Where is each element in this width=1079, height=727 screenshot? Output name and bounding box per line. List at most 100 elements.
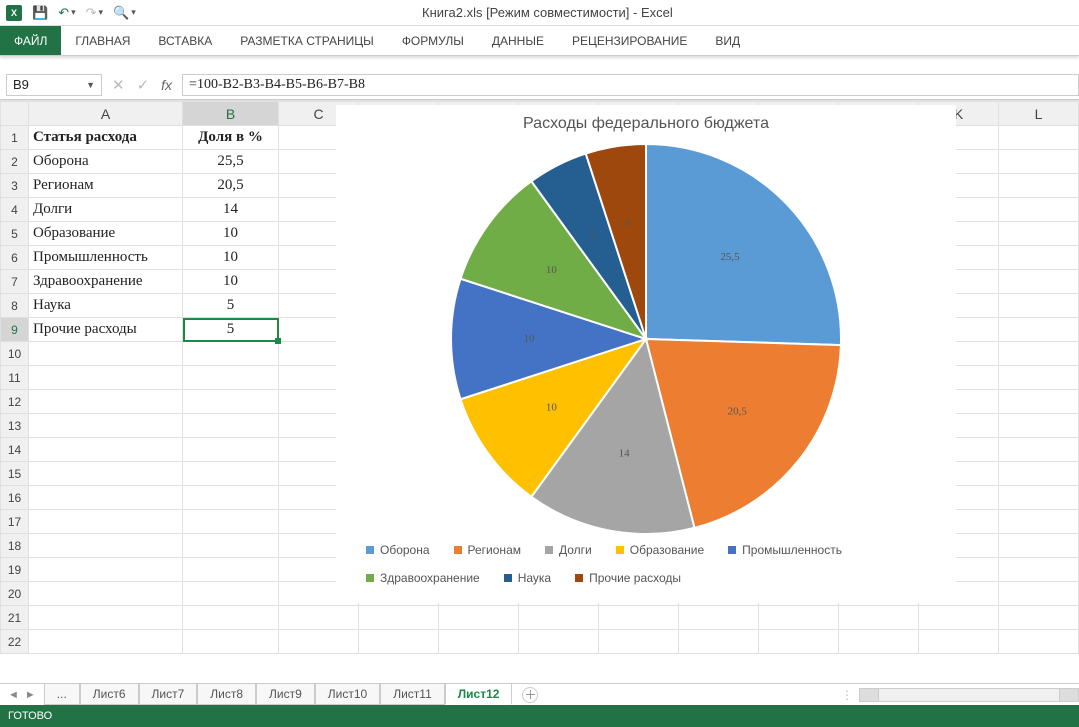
cell[interactable] [999,462,1079,486]
cell[interactable]: 5 [183,294,279,318]
add-sheet-button[interactable]: ＋ [522,687,538,703]
sheet-tab[interactable]: Лист10 [315,684,380,705]
cell[interactable] [999,414,1079,438]
row-header-16[interactable]: 16 [1,486,29,510]
cell[interactable] [999,510,1079,534]
cell[interactable] [999,438,1079,462]
tab-pagelayout[interactable]: РАЗМЕТКА СТРАНИЦЫ [226,26,388,55]
row-header-10[interactable]: 10 [1,342,29,366]
cell[interactable] [359,606,439,630]
redo-icon[interactable]: ↷▾ [86,5,103,21]
row-header-1[interactable]: 1 [1,126,29,150]
save-icon[interactable]: 💾 [32,5,48,21]
sheet-tab[interactable]: Лист7 [139,684,198,705]
sheet-tab[interactable]: Лист9 [256,684,315,705]
cell[interactable] [999,318,1079,342]
cell[interactable]: 14 [183,198,279,222]
sheet-nav-prev-icon[interactable]: ◄ [8,689,19,701]
sheet-nav-next-icon[interactable]: ► [25,689,36,701]
row-header-5[interactable]: 5 [1,222,29,246]
cell[interactable] [29,534,183,558]
cell[interactable] [999,294,1079,318]
tab-data[interactable]: ДАННЫЕ [478,26,558,55]
row-header-19[interactable]: 19 [1,558,29,582]
undo-icon[interactable]: ↶▾ [58,5,75,21]
cell[interactable] [519,630,599,654]
select-all-corner[interactable] [1,102,29,126]
row-header-21[interactable]: 21 [1,606,29,630]
row-header-9[interactable]: 9 [1,318,29,342]
cell[interactable] [183,486,279,510]
cell[interactable] [999,174,1079,198]
cell[interactable] [679,606,759,630]
cell[interactable] [29,438,183,462]
sheet-tab-ellipsis[interactable]: ... [44,684,80,705]
cell[interactable]: Промышленность [29,246,183,270]
tab-insert[interactable]: ВСТАВКА [144,26,226,55]
cell[interactable] [29,582,183,606]
cell[interactable]: 10 [183,222,279,246]
cell[interactable] [999,198,1079,222]
row-header-7[interactable]: 7 [1,270,29,294]
row-header-22[interactable]: 22 [1,630,29,654]
row-header-3[interactable]: 3 [1,174,29,198]
name-box-dropdown-icon[interactable]: ▼ [86,80,95,90]
cell[interactable]: Прочие расходы [29,318,183,342]
row-header-6[interactable]: 6 [1,246,29,270]
cell[interactable] [183,606,279,630]
cell[interactable] [29,390,183,414]
cell[interactable]: Здравоохранение [29,270,183,294]
row-header-12[interactable]: 12 [1,390,29,414]
col-header-A[interactable]: A [29,102,183,126]
horizontal-scrollbar[interactable] [859,688,1079,702]
cell[interactable] [999,486,1079,510]
cell[interactable] [279,606,359,630]
cell[interactable]: Статья расхода [29,126,183,150]
cell[interactable]: 5 [183,318,279,342]
cell[interactable] [919,606,999,630]
cell[interactable] [519,606,599,630]
cell[interactable] [183,390,279,414]
cell[interactable] [999,534,1079,558]
cell[interactable] [679,630,759,654]
formula-input[interactable]: =100-B2-B3-B4-B5-B6-B7-B8 [182,74,1079,96]
row-header-11[interactable]: 11 [1,366,29,390]
sheet-tab[interactable]: Лист11 [380,684,445,705]
cell[interactable] [183,534,279,558]
cell[interactable] [599,606,679,630]
tab-file[interactable]: ФАЙЛ [0,26,61,55]
cell[interactable] [999,582,1079,606]
row-header-17[interactable]: 17 [1,510,29,534]
embedded-chart[interactable]: Расходы федерального бюджета 25,520,5141… [336,105,956,603]
cell[interactable]: 10 [183,270,279,294]
cell[interactable]: Регионам [29,174,183,198]
cell[interactable] [439,606,519,630]
preview-icon[interactable]: 🔍▾ [113,5,136,21]
cell[interactable]: 25,5 [183,150,279,174]
cell[interactable]: Долги [29,198,183,222]
cell[interactable] [183,558,279,582]
row-header-15[interactable]: 15 [1,462,29,486]
fx-icon[interactable]: fx [161,77,172,93]
col-header-L[interactable]: L [999,102,1079,126]
cell[interactable] [999,270,1079,294]
cell[interactable] [279,630,359,654]
cell[interactable] [183,510,279,534]
row-header-14[interactable]: 14 [1,438,29,462]
row-header-18[interactable]: 18 [1,534,29,558]
cell[interactable] [999,342,1079,366]
cell[interactable] [29,486,183,510]
col-header-B[interactable]: B [183,102,279,126]
tab-review[interactable]: РЕЦЕНЗИРОВАНИЕ [558,26,701,55]
cell[interactable] [29,510,183,534]
pie-slice[interactable] [646,144,841,345]
cell[interactable] [839,606,919,630]
cell[interactable] [999,606,1079,630]
cell[interactable] [999,630,1079,654]
tab-home[interactable]: ГЛАВНАЯ [61,26,144,55]
cell[interactable] [183,630,279,654]
cell[interactable] [29,366,183,390]
row-header-20[interactable]: 20 [1,582,29,606]
cancel-icon[interactable]: ✕ [112,76,125,94]
cell[interactable]: Образование [29,222,183,246]
